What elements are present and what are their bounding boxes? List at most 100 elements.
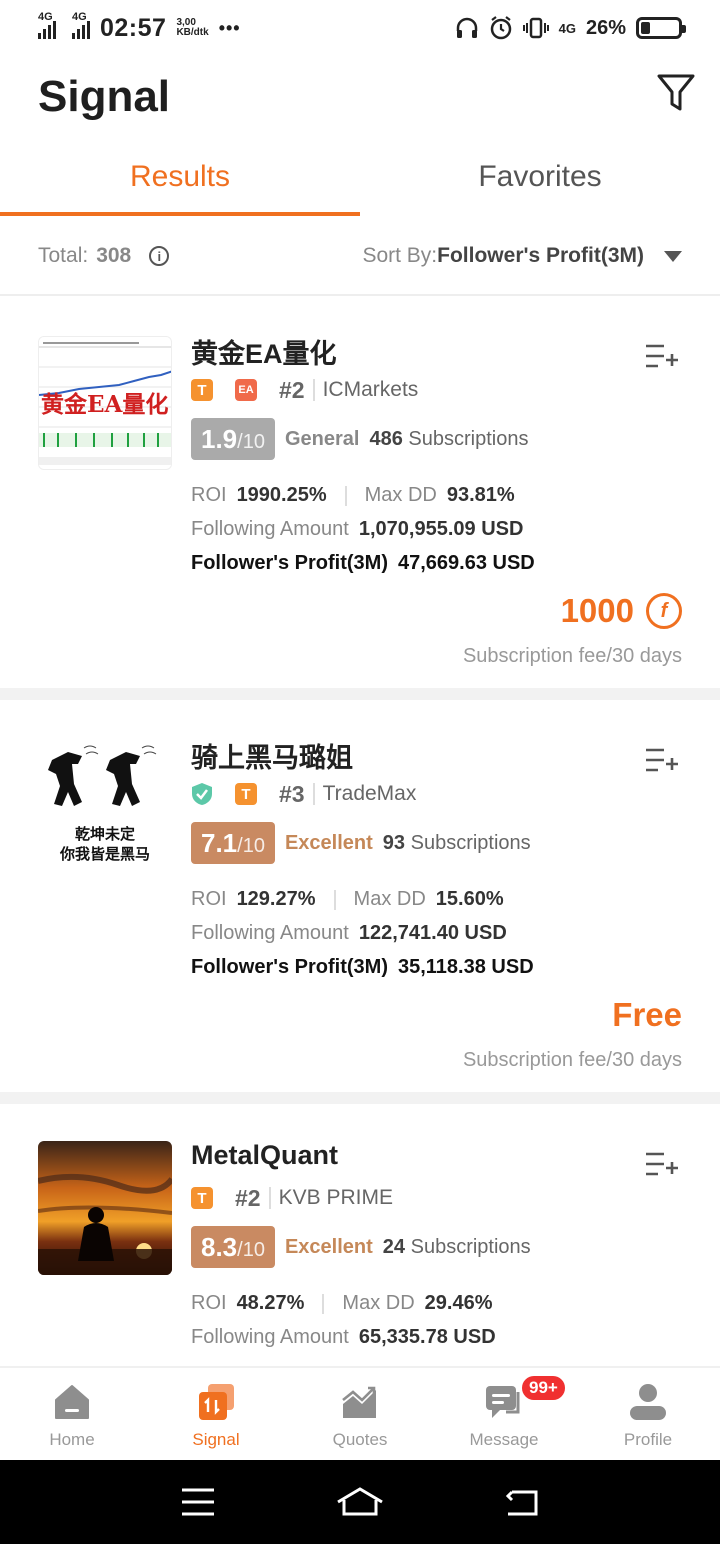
verified-shield-icon: [192, 783, 212, 805]
signal-avatar: 乾坤未定 你我皆是黑马: [38, 740, 172, 874]
nav-signal[interactable]: Signal: [144, 1368, 288, 1460]
tab-favorites[interactable]: Favorites: [360, 146, 720, 218]
back-icon[interactable]: [502, 1486, 542, 1518]
score-level: Excellent: [284, 1235, 373, 1258]
subscriptions-count: 486: [369, 427, 403, 450]
score-row: 1.9/10 General 486 Subscriptions: [191, 418, 528, 460]
profit-label: Follower's Profit(3M): [191, 956, 388, 978]
fee-note: Subscription fee/30 days: [462, 1049, 682, 1071]
card-separator: [0, 1092, 720, 1104]
roi-maxdd-row: ROI 1990.25% Max DD 93.81%: [191, 484, 515, 507]
roi-value: 129.27%: [236, 888, 316, 910]
divider: [268, 1187, 271, 1209]
divider: [312, 379, 315, 401]
info-icon[interactable]: i: [149, 246, 170, 266]
clock: 02:57: [100, 13, 167, 42]
score-badge: 8.3/10: [191, 1226, 275, 1268]
roi-value: 1990.25%: [236, 484, 327, 506]
broker-name: KVB PRIME: [278, 1186, 393, 1209]
following-amount-row: Following Amount 122,741.40 USD: [191, 922, 507, 945]
network-type: 4G: [38, 11, 53, 23]
score-value: 7.1: [201, 828, 238, 858]
broker-name: TradeMax: [322, 782, 417, 805]
nav-home[interactable]: Home: [0, 1368, 144, 1460]
nav-quotes[interactable]: Quotes: [288, 1368, 432, 1460]
signal-tags: T #3 TradeMax: [191, 779, 416, 809]
sunset-image: [38, 1141, 172, 1275]
status-bar: 4G 4G 02:57 3,00 KB/dtk ••• 4G 26%: [0, 0, 720, 56]
following-value: 122,741.40 USD: [358, 922, 507, 944]
signal-strength-icon: 4G: [38, 11, 56, 39]
divider: [344, 485, 347, 506]
tag-t-badge: T: [235, 783, 257, 805]
score-value: 1.9: [201, 424, 238, 454]
caret-down-icon: [664, 250, 682, 262]
profile-icon: [630, 1384, 666, 1420]
add-to-list-icon[interactable]: [644, 746, 678, 774]
battery-percentage: 26%: [585, 16, 626, 39]
bottom-navigation: Home Signal Quotes 99+ Message Profile: [0, 1366, 720, 1460]
quotes-icon: [342, 1386, 376, 1418]
home-button-icon[interactable]: [335, 1486, 385, 1518]
following-label: Following Amount: [191, 518, 349, 540]
sort-dropdown[interactable]: Sort By: Follower's Profit(3M): [362, 244, 682, 268]
sort-value: Follower's Profit(3M): [437, 244, 644, 267]
signal-avatar: 黄金EA量化: [38, 336, 172, 470]
signal-name[interactable]: MetalQuant: [191, 1140, 338, 1171]
avatar-caption: 乾坤未定 你我皆是黑马: [38, 824, 172, 864]
page-title: Signal: [38, 72, 171, 121]
profit-label: Follower's Profit(3M): [191, 552, 388, 574]
battery-fill: [641, 22, 651, 34]
menu-icon[interactable]: [178, 1486, 218, 1518]
speed-unit: KB/dtk: [176, 27, 209, 38]
following-amount-row: Following Amount 65,335.78 USD: [191, 1326, 496, 1349]
add-to-list-icon[interactable]: [644, 1150, 678, 1178]
avatar-caption-line2: 你我皆是黑马: [59, 845, 150, 863]
total-count: Total: 308 i: [38, 244, 170, 268]
profit-value: 47,669.63 USD: [397, 552, 535, 574]
price-value: Free: [612, 996, 682, 1033]
total-label: Total:: [38, 244, 89, 267]
filter-icon[interactable]: [656, 72, 696, 114]
signal-tags: T #2 KVB PRIME: [191, 1183, 393, 1213]
nav-label: Signal: [192, 1430, 240, 1449]
tab-results[interactable]: Results: [0, 146, 360, 218]
following-value: 1,070,955.09 USD: [358, 518, 524, 540]
network-speed: 3,00 KB/dtk: [176, 18, 208, 38]
roi-maxdd-row: ROI 48.27% Max DD 29.46%: [191, 1292, 492, 1315]
card-separator: [0, 688, 720, 700]
score-level: General: [284, 427, 360, 450]
add-to-list-icon[interactable]: [644, 342, 678, 370]
subscriptions-label: Subscriptions: [410, 1235, 531, 1258]
subscriptions-count: 93: [382, 831, 406, 854]
maxdd-label: Max DD: [364, 484, 437, 506]
unread-badge: 99+: [520, 1374, 567, 1402]
nav-message[interactable]: 99+ Message: [432, 1368, 576, 1460]
nav-label: Quotes: [332, 1430, 388, 1449]
results-toolbar: Total: 308 i Sort By: Follower's Profit(3…: [0, 218, 720, 296]
nav-label: Home: [49, 1430, 95, 1449]
signal-avatar: [38, 1141, 172, 1275]
vibrate-icon: [522, 17, 549, 39]
signal-name[interactable]: 骑上黑马璐姐: [191, 736, 353, 775]
nav-label: Profile: [623, 1430, 673, 1449]
subscriptions: 24 Subscriptions: [383, 1236, 531, 1259]
score-badge: 7.1/10: [191, 822, 275, 864]
roi-maxdd-row: ROI 129.27% Max DD 15.60%: [191, 888, 504, 911]
signal-card[interactable]: MetalQuant T #2 KVB PRIME 8.3/10 Excelle…: [0, 1104, 720, 1366]
score-level: Excellent: [284, 831, 373, 854]
maxdd-label: Max DD: [353, 888, 426, 910]
battery-icon: [636, 17, 686, 39]
maxdd-label: Max DD: [342, 1292, 415, 1314]
tag-ea-badge: EA: [235, 379, 257, 401]
roi-label: ROI: [191, 888, 227, 910]
tag-t-badge: T: [191, 379, 213, 401]
followers-profit-row: Follower's Profit(3M) 47,669.63 USD: [191, 552, 535, 575]
fee-note: Subscription fee/30 days: [462, 645, 682, 667]
signal-tags: T EA #2 ICMarkets: [191, 375, 418, 405]
signal-name[interactable]: 黄金EA量化: [191, 332, 337, 371]
signal-card[interactable]: 乾坤未定 你我皆是黑马 骑上黑马璐姐 T #3 TradeMax 7.1/10 …: [0, 700, 720, 1092]
nav-profile[interactable]: Profile: [576, 1368, 720, 1460]
signal-card[interactable]: 黄金EA量化 黄金EA量化 T EA #2 ICMarkets 1.9/10 G…: [0, 296, 720, 688]
score-denominator: /10: [237, 431, 265, 453]
